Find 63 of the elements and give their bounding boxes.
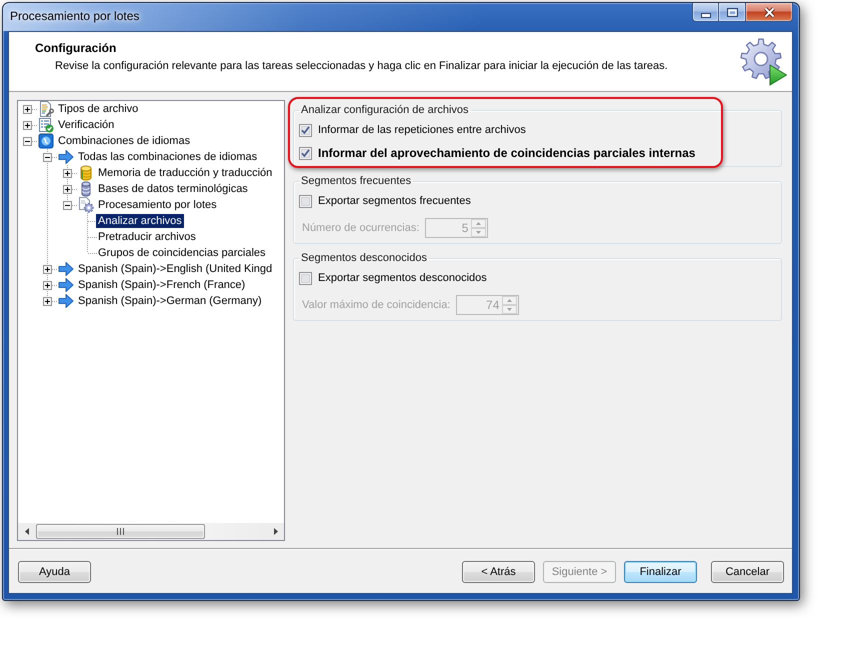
plus-box-icon[interactable] bbox=[43, 281, 52, 290]
tree-item[interactable]: Pretraducir archivos bbox=[96, 230, 198, 244]
right-arrow-icon bbox=[58, 293, 74, 309]
tree-item[interactable]: Spanish (Spain)->French (France) bbox=[76, 278, 248, 292]
checkbox[interactable] bbox=[299, 272, 312, 284]
tree-item[interactable]: Memoria de traducción y traducción bbox=[96, 166, 274, 180]
tree-item[interactable]: Grupos de coincidencias parciales bbox=[96, 246, 268, 260]
window-title: Procesamiento por lotes bbox=[10, 9, 140, 24]
scrollbar-thumb[interactable] bbox=[36, 524, 205, 539]
checkbox[interactable] bbox=[299, 124, 312, 136]
right-arrow-icon bbox=[58, 277, 74, 293]
plus-box-icon[interactable] bbox=[23, 105, 32, 114]
plus-box-icon[interactable] bbox=[23, 121, 32, 130]
minimize-button[interactable] bbox=[692, 3, 718, 22]
cancel-button[interactable]: Cancelar bbox=[711, 561, 784, 583]
minus-box-icon[interactable] bbox=[43, 153, 52, 162]
plus-box-icon[interactable] bbox=[63, 169, 72, 178]
field-label: Número de ocurrencias: bbox=[302, 221, 420, 235]
checkbox-label[interactable]: Informar de las repeticiones entre archivos bbox=[318, 123, 526, 137]
right-arrow-icon bbox=[58, 261, 74, 277]
close-button[interactable] bbox=[745, 3, 793, 22]
checkbox[interactable] bbox=[299, 146, 312, 160]
minimize-icon bbox=[700, 13, 710, 18]
help-button[interactable]: Ayuda bbox=[18, 561, 91, 583]
grip-icon bbox=[117, 528, 124, 535]
plus-box-icon[interactable] bbox=[63, 185, 72, 194]
tree-item[interactable]: Spanish (Spain)->English (United Kingd bbox=[76, 262, 274, 276]
checkbox-label[interactable]: Exportar segmentos frecuentes bbox=[318, 194, 471, 208]
plus-box-icon[interactable] bbox=[43, 297, 52, 306]
tree-item[interactable]: Analizar archivos bbox=[96, 214, 184, 228]
group-title: Segmentos frecuentes bbox=[300, 175, 412, 188]
field-label: Valor máximo de coincidencia: bbox=[302, 298, 450, 312]
back-button[interactable]: < Atrás bbox=[462, 561, 535, 583]
group-title: Segmentos desconocidos bbox=[300, 252, 428, 265]
checklist-icon bbox=[38, 117, 54, 133]
tree-item[interactable]: Tipos de archivo bbox=[56, 102, 140, 116]
right-arrow-icon[interactable] bbox=[274, 528, 278, 535]
close-icon bbox=[762, 6, 776, 18]
maximize-button[interactable] bbox=[718, 3, 745, 22]
left-arrow-icon[interactable] bbox=[24, 528, 28, 535]
group-title: Analizar configuración de archivos bbox=[300, 104, 470, 117]
tree-item[interactable]: Combinaciones de idiomas bbox=[56, 134, 192, 148]
minus-box-icon[interactable] bbox=[63, 201, 72, 210]
globe-icon bbox=[38, 133, 54, 149]
tree-item[interactable]: Todas las combinaciones de idiomas bbox=[76, 150, 260, 164]
tree-item[interactable]: Bases de datos terminológicas bbox=[96, 182, 250, 196]
right-arrow-icon bbox=[58, 149, 74, 165]
minus-box-icon[interactable] bbox=[23, 137, 32, 146]
gear-play-icon bbox=[740, 38, 788, 86]
finish-button[interactable]: Finalizar bbox=[624, 561, 697, 583]
database-icon bbox=[78, 165, 94, 181]
checkbox-label[interactable]: Informar del aprovechamiento de coincidencias parciales internas bbox=[318, 146, 696, 160]
page-title: Configuración bbox=[35, 41, 116, 56]
tree-item[interactable]: Verificación bbox=[56, 118, 116, 132]
tree-item[interactable]: Procesamiento por lotes bbox=[96, 198, 219, 212]
gear-document-icon bbox=[78, 197, 94, 213]
checkbox[interactable] bbox=[299, 194, 312, 208]
plus-box-icon[interactable] bbox=[43, 265, 52, 274]
tree-item[interactable]: Spanish (Spain)->German (Germany) bbox=[76, 294, 264, 308]
checkbox-label[interactable]: Exportar segmentos desconocidos bbox=[318, 271, 487, 285]
page-description: Revise la configuración relevante para las tareas seleccionadas y haga clic en Finalizar para iniciar la ejecución de las tareas. bbox=[55, 60, 668, 73]
maximize-icon bbox=[726, 8, 738, 16]
horizontal-scrollbar[interactable] bbox=[18, 523, 284, 540]
